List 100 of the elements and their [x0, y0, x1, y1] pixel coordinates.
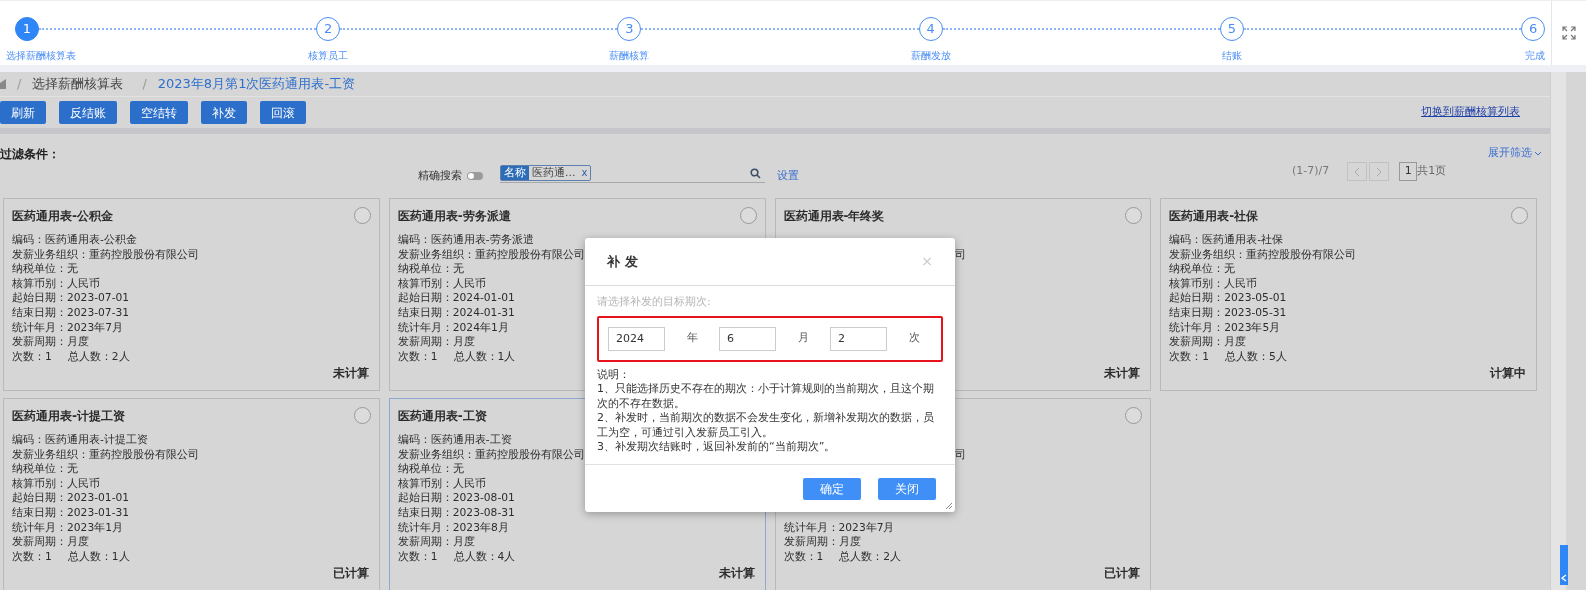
card-title: 医药通用表-劳务派遣	[397, 209, 511, 223]
card-field: 编码：医药通用表-计提工资	[12, 433, 148, 446]
page-range: (1-7)/7	[1292, 163, 1330, 180]
card-field: 统计年月：2023年7月	[12, 320, 123, 334]
step-label: 选择薪酬核算表	[6, 49, 76, 63]
period-unit: 月	[796, 330, 810, 347]
card-field: 纳税单位：无	[397, 462, 464, 476]
toolbar-button[interactable]: 刷新	[0, 101, 46, 124]
radio-button[interactable]	[353, 407, 371, 424]
dialog-button[interactable]: 关闭	[878, 477, 936, 500]
card[interactable]: 医药通用表-公积金 编码：医药通用表-公积金 发薪业务组织：重药控股股份有限公司 纳税单位：无 核算币别：人民币 起始日期：2023-07-01 结束日期：2023-07-31 统计年月：2023年7月 发薪周期：月度 次数：1 总人数：2人 未计算	[3, 198, 380, 391]
toolbar-button[interactable]: 反结账	[59, 101, 117, 124]
previous-page-button[interactable]	[1347, 162, 1368, 181]
card-field: 起始日期：2024-01-01	[397, 291, 515, 305]
card-field: 核算币别：人民币	[397, 276, 486, 290]
card-field: 结束日期：2024-01-31	[397, 305, 515, 319]
card-count: 总人数：1人	[453, 349, 516, 365]
page-input[interactable]: 1	[1399, 162, 1418, 181]
card-title: 医药通用表-年终奖	[783, 209, 885, 223]
card-field: 发薪周期：月度	[1169, 335, 1247, 349]
card-field: 发薪周期：月度	[12, 535, 89, 549]
period-input[interactable]: 2024	[608, 326, 665, 351]
card-field: 纳税单位：无	[12, 462, 78, 476]
card-count: 次数：1	[783, 549, 824, 565]
card-field: 编码：医药通用表-社保	[1169, 233, 1284, 246]
chevron-left-icon	[1561, 574, 1567, 582]
card[interactable]: 医药通用表-计提工资 编码：医药通用表-计提工资 发薪业务组织：重药控股股份有限公司 纳税单位：无 核算币别：人民币 起始日期：2023-01-01 结束日期：2023-01-31 统计年月：2023年1月 发薪周期：月度 次数：1 总人数：1人 已计算	[3, 398, 380, 590]
page-total: 共1页	[1417, 163, 1447, 180]
card-field: 起始日期：2023-05-01	[1169, 291, 1287, 305]
toolbar-button[interactable]: 回滚	[260, 101, 306, 124]
period-input[interactable]: 2	[830, 326, 887, 351]
card-field: 核算币别：人民币	[1169, 276, 1258, 290]
step-label: 完成	[1525, 49, 1545, 63]
card[interactable]: 医药通用表-社保 编码：医药通用表-社保 发薪业务组织：重药控股股份有限公司 纳税单位：无 核算币别：人民币 起始日期：2023-05-01 结束日期：2023-05-31 统计年月：2023年5月 发薪周期：月度 次数：1 总人数：5人 计算中	[1160, 198, 1537, 391]
card-field: 结束日期：2023-05-31	[1169, 305, 1287, 319]
card-field: 发薪业务组织：重药控股股份有限公司	[12, 447, 199, 461]
card-count: 次数：1	[1169, 349, 1210, 365]
card-count: 总人数：1人	[67, 549, 130, 565]
card-field: 结束日期：2023-01-31	[12, 505, 130, 519]
step-label: 薪酬核算	[609, 49, 650, 63]
radio-button[interactable]	[739, 207, 757, 224]
radio-button[interactable]	[1511, 207, 1528, 224]
radio-button[interactable]	[1125, 207, 1143, 224]
resize-grip-icon[interactable]	[945, 502, 952, 509]
exact-search-label: 精确搜索	[418, 168, 462, 184]
note-text: 说明：	[597, 367, 631, 382]
period-unit: 次	[907, 330, 921, 347]
exact-search-toggle[interactable]	[467, 172, 483, 181]
card-field: 编码：医药通用表-工资	[397, 433, 512, 446]
status-label: 已计算	[1104, 565, 1141, 582]
step-label: 结账	[1221, 49, 1242, 63]
card-field: 纳税单位：无	[1169, 262, 1236, 276]
toolbar-button[interactable]: 空结转	[130, 101, 188, 124]
filter-tag-name: 名称	[501, 166, 529, 180]
home-icon[interactable]	[0, 79, 6, 89]
breadcrumb-separator: /	[142, 75, 147, 94]
status-label: 未计算	[718, 565, 755, 582]
dialog-button[interactable]: 确定	[803, 477, 861, 500]
dialog-prompt: 请选择补发的目标期次:	[597, 294, 712, 310]
toolbar-button[interactable]: 补发	[201, 101, 247, 124]
card-field: 统计年月：2024年1月	[397, 320, 509, 334]
step-label: 核算员工	[308, 49, 349, 63]
search-field[interactable]: 名称 医药通... x	[500, 164, 765, 183]
switch-list-link[interactable]: 切换到薪酬核算列表	[1421, 104, 1520, 121]
card-count: 总人数：2人	[839, 549, 902, 565]
card-field: 司	[954, 247, 966, 261]
expand-filter-link[interactable]: 展开筛选	[1488, 145, 1542, 162]
card-field: 起始日期：2023-01-01	[12, 491, 130, 505]
card-count: 次数：1	[12, 349, 52, 365]
settings-link[interactable]: 设置	[777, 168, 799, 185]
period-input[interactable]: 6	[719, 326, 776, 351]
radio-button[interactable]	[1125, 407, 1143, 424]
filter-tag-value: 医药通...	[531, 166, 577, 180]
status-label: 未计算	[332, 365, 369, 382]
filter-title: 过滤条件：	[0, 146, 60, 163]
chevron-left-icon	[1354, 166, 1361, 177]
card-title: 医药通用表-公积金	[12, 209, 113, 223]
search-icon[interactable]	[750, 167, 761, 179]
side-tab[interactable]	[1560, 545, 1568, 585]
breadcrumb-item: 2023年8月第1次医药通用表-工资	[157, 75, 356, 94]
tag-remove[interactable]: x	[578, 166, 591, 180]
step-label: 薪酬发放	[910, 49, 951, 63]
card-title: 医药通用表-社保	[1169, 209, 1259, 223]
card-field: 发薪周期：月度	[397, 335, 475, 349]
card-count: 次数：1	[397, 349, 438, 365]
next-page-button[interactable]	[1369, 162, 1390, 181]
card-field: 起始日期：2023-07-01	[12, 291, 130, 305]
card-count: 总人数：2人	[67, 349, 130, 365]
scrollbar-track[interactable]	[1550, 72, 1566, 590]
card-title: 医药通用表-计提工资	[12, 409, 125, 423]
card-field: 发薪业务组织：重药控股股份有限公司	[12, 247, 199, 261]
card-field: 结束日期：2023-07-31	[12, 305, 130, 319]
card-field: 核算币别：人民币	[12, 276, 100, 290]
status-label: 未计算	[1104, 365, 1141, 382]
radio-button[interactable]	[353, 207, 371, 224]
card-field: 司	[954, 447, 966, 461]
breadcrumb-item[interactable]: 选择薪酬核算表	[32, 74, 124, 94]
chevron-down-icon	[1534, 150, 1542, 156]
card-field: 编码：医药通用表-公积金	[12, 233, 137, 246]
fullscreen-icon[interactable]	[1562, 26, 1576, 40]
